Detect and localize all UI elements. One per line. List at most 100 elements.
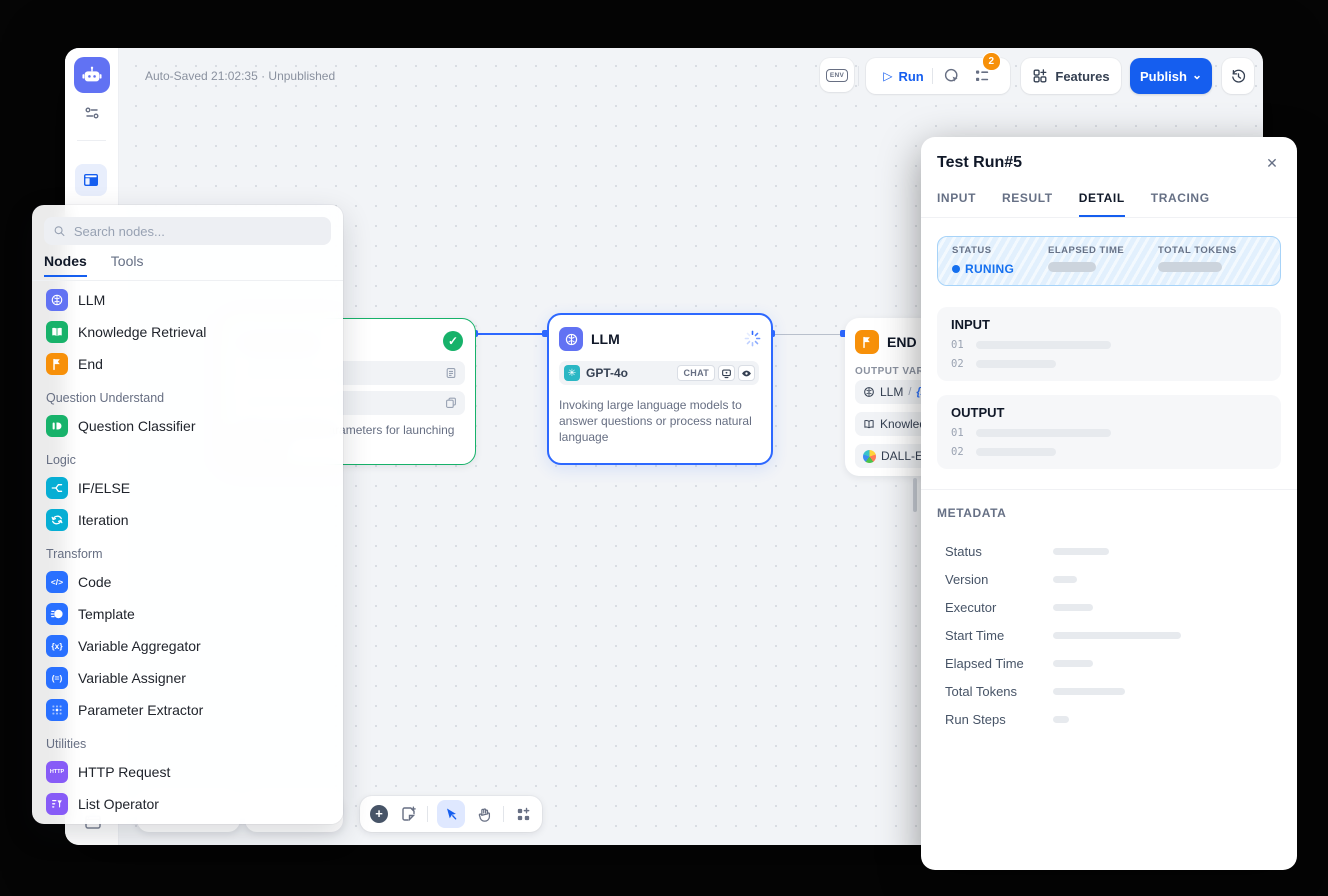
skeleton-bar xyxy=(1053,548,1109,555)
input-card: INPUT 01 02 xyxy=(937,307,1281,381)
end-row-label: LLM xyxy=(880,385,903,399)
llm-node-description: Invoking large language models to answer… xyxy=(559,397,759,445)
pointer-mode-button[interactable] xyxy=(437,800,465,828)
llm-node-title: LLM xyxy=(591,331,620,347)
skeleton-bar xyxy=(1053,660,1093,667)
output-row: 01 xyxy=(951,427,1267,439)
end-node-title: END xyxy=(887,334,917,350)
tab-result[interactable]: RESULT xyxy=(1002,191,1053,217)
end-flag-icon xyxy=(855,330,879,354)
node-item-llm[interactable]: LLM xyxy=(40,284,335,316)
cursor-icon xyxy=(443,806,459,822)
node-item-http-request[interactable]: HTTP HTTP Request xyxy=(40,756,335,788)
publish-button[interactable]: Publish ⌄ xyxy=(1130,58,1212,94)
node-item-question-classifier[interactable]: Question Classifier xyxy=(40,410,335,442)
add-node-button[interactable]: + xyxy=(369,804,389,824)
note-plus-icon xyxy=(399,805,417,823)
tab-tracing[interactable]: TRACING xyxy=(1151,191,1210,217)
code-icon: </> xyxy=(46,571,68,593)
copy-icon xyxy=(445,397,457,409)
node-item-parameter-extractor[interactable]: Parameter Extractor xyxy=(40,694,335,726)
llm-icon xyxy=(46,289,68,311)
end-row-label: DALL-E xyxy=(881,449,923,463)
sidebar-item-preview[interactable] xyxy=(75,164,107,196)
close-icon[interactable]: ✕ xyxy=(1262,153,1282,173)
env-icon: ENV xyxy=(826,69,848,82)
topbar-divider xyxy=(858,66,859,86)
tab-nodes[interactable]: Nodes xyxy=(44,253,87,277)
node-item-variable-aggregator[interactable]: {x} Variable Aggregator xyxy=(40,630,335,662)
tab-tools[interactable]: Tools xyxy=(111,253,144,275)
llm-icon xyxy=(559,327,583,351)
skeleton-bar xyxy=(1053,576,1077,583)
env-button[interactable]: ENV xyxy=(820,58,854,92)
input-row: 02 xyxy=(951,358,1267,370)
metadata-row: Start Time xyxy=(945,621,1281,649)
section-divider xyxy=(921,489,1297,490)
model-name: GPT-4o xyxy=(586,366,628,380)
search-icon xyxy=(53,224,66,238)
autosave-status: Auto-Saved 21:02:35 · Unpublished xyxy=(145,69,335,83)
features-label: Features xyxy=(1055,69,1109,84)
node-item-if-else[interactable]: IF/ELSE xyxy=(40,472,335,504)
publish-label: Publish xyxy=(1140,69,1187,84)
status-value: RUNING xyxy=(952,262,1048,276)
app-logo[interactable] xyxy=(74,57,110,93)
node-item-iteration[interactable]: Iteration xyxy=(40,504,335,536)
node-item-variable-assigner[interactable]: (=) Variable Assigner xyxy=(40,662,335,694)
running-dot-icon xyxy=(952,265,960,273)
toolbar-divider xyxy=(503,806,504,822)
version-history-button[interactable] xyxy=(1222,58,1254,94)
run-button[interactable]: Run xyxy=(898,69,923,84)
node-item-list-operator[interactable]: List Operator xyxy=(40,788,335,820)
document-icon xyxy=(445,367,457,379)
run-controls: ▷ Run 2 xyxy=(866,58,1010,94)
search-input[interactable] xyxy=(72,223,322,240)
tab-input[interactable]: INPUT xyxy=(937,191,976,217)
template-icon xyxy=(46,603,68,625)
checklist-badge: 2 xyxy=(982,52,1001,71)
total-tokens-label: TOTAL TOKENS xyxy=(1158,245,1237,256)
model-selector[interactable]: ✳ GPT-4o CHAT xyxy=(559,361,759,385)
node-item-code[interactable]: </> Code xyxy=(40,566,335,598)
node-item-template[interactable]: Template xyxy=(40,598,335,630)
robot-icon xyxy=(81,64,103,86)
skeleton-bar xyxy=(1053,716,1069,723)
dalle-icon xyxy=(863,450,876,463)
play-icon: ▷ xyxy=(883,69,892,83)
node-item-knowledge-retrieval[interactable]: Knowledge Retrieval xyxy=(40,316,335,348)
hand-icon xyxy=(476,806,493,823)
skeleton-bar xyxy=(1053,632,1181,639)
section-header: Question Understand xyxy=(40,380,335,410)
node-search-box[interactable] xyxy=(44,217,331,245)
section-header: Transform xyxy=(40,536,335,566)
metadata-row: Run Steps xyxy=(945,705,1281,733)
checklist-button[interactable]: 2 xyxy=(971,65,993,87)
hand-mode-button[interactable] xyxy=(474,804,494,824)
add-note-button[interactable] xyxy=(398,804,418,824)
input-row: 01 xyxy=(951,339,1267,351)
model-badges: CHAT xyxy=(677,365,755,381)
metadata-row: Elapsed Time xyxy=(945,649,1281,677)
canvas-toolbar: + xyxy=(360,796,542,832)
tab-detail[interactable]: DETAIL xyxy=(1079,191,1125,217)
panel-title: Test Run#5 xyxy=(937,154,1022,172)
organize-nodes-button[interactable] xyxy=(513,804,533,824)
skeleton-bar xyxy=(976,448,1056,456)
llm-mini-icon xyxy=(863,386,875,398)
workflow-settings-icon[interactable] xyxy=(83,104,101,122)
elapsed-time-label: ELAPSED TIME xyxy=(1048,245,1158,256)
classifier-icon xyxy=(46,415,68,437)
skeleton-bar xyxy=(976,341,1111,349)
canvas-scrollbar[interactable] xyxy=(913,478,917,512)
variable-assigner-icon: (=) xyxy=(46,667,68,689)
features-button[interactable]: Features xyxy=(1021,58,1121,94)
llm-node[interactable]: LLM ✳ GPT-4o CHAT Invoking large lan xyxy=(547,313,773,465)
test-run-panel: Test Run#5 ✕ INPUT RESULT DETAIL TRACING… xyxy=(921,137,1297,870)
preview-run-button[interactable] xyxy=(941,65,963,87)
node-search-panel: Nodes Tools LLM Knowledge Retrieval End … xyxy=(32,205,343,824)
section-header: Logic xyxy=(40,442,335,472)
if-else-icon xyxy=(46,477,68,499)
metadata-row: Executor xyxy=(945,593,1281,621)
node-item-end[interactable]: End xyxy=(40,348,335,380)
